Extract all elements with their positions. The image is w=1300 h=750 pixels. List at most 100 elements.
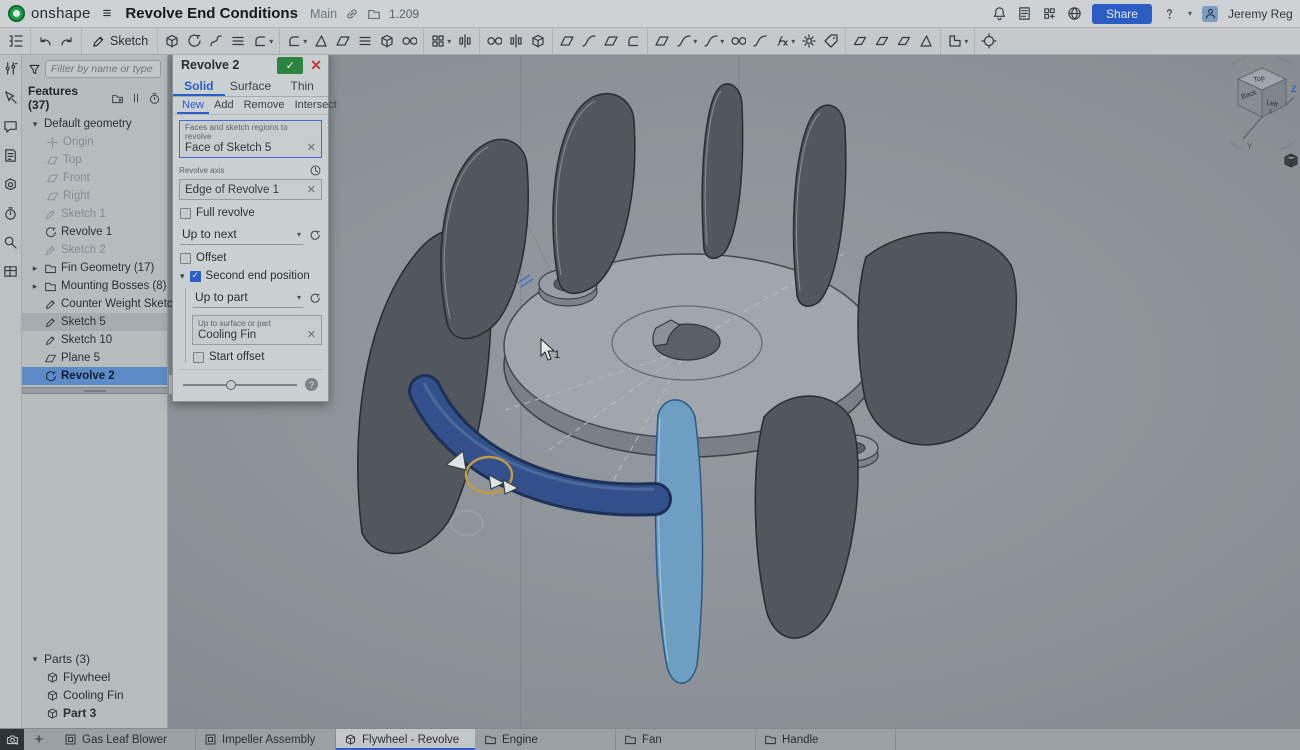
boolean-icon[interactable] xyxy=(483,31,505,51)
feature-item-front[interactable]: Front xyxy=(22,169,167,187)
faces-selection-box[interactable]: Faces and sketch regions to revolve Face… xyxy=(179,120,322,158)
user-avatar[interactable] xyxy=(1202,6,1218,22)
app-store-icon[interactable] xyxy=(1042,6,1057,21)
version-folder-icon[interactable] xyxy=(367,7,381,21)
plane-icon[interactable] xyxy=(651,31,673,51)
tab-handle[interactable]: Handle xyxy=(756,729,896,750)
second-end-row[interactable]: ▾ Second end position xyxy=(180,270,321,282)
offset-checkbox-row[interactable]: Offset xyxy=(180,252,321,264)
part-item-part-3[interactable]: Part 3 xyxy=(22,704,167,722)
full-revolve-checkbox[interactable] xyxy=(180,208,191,219)
feature-item-top[interactable]: Top xyxy=(22,151,167,169)
isolate-icon[interactable] xyxy=(978,31,1000,51)
notes-icon[interactable] xyxy=(3,148,18,166)
tab-fan[interactable]: Fan xyxy=(616,729,756,750)
opposite-direction-icon[interactable] xyxy=(308,292,321,305)
dialog-tab-thin[interactable]: Thin xyxy=(276,77,328,96)
view-cube[interactable]: Top Back Left Y Z X xyxy=(1230,58,1297,151)
full-revolve-checkbox-row[interactable]: Full revolve xyxy=(180,207,321,219)
custom-tables-icon[interactable] xyxy=(3,264,18,282)
help-icon[interactable] xyxy=(1162,6,1177,21)
draft-icon[interactable] xyxy=(332,31,354,51)
modify-fillet-icon[interactable] xyxy=(622,31,644,51)
parts-header-row[interactable]: ▾ Parts (3) xyxy=(22,650,167,668)
frame-icon[interactable]: ▾ xyxy=(944,31,971,51)
feature-item-plane-5[interactable]: Plane 5 xyxy=(22,349,167,367)
feature-item-sketch-2[interactable]: Sketch 2 xyxy=(22,241,167,259)
notifications-bell-icon[interactable] xyxy=(992,6,1007,21)
mirror-icon[interactable] xyxy=(454,31,476,51)
dialog-mode-new[interactable]: New xyxy=(177,97,209,114)
dialog-mode-remove[interactable]: Remove xyxy=(239,97,290,114)
start-offset-checkbox-row[interactable]: Start offset xyxy=(193,351,321,363)
transform-icon[interactable] xyxy=(527,31,549,51)
feature-item-mounting-bosses-8[interactable]: ▸Mounting Bosses (8) xyxy=(22,277,167,295)
tab-preview-icon[interactable] xyxy=(0,729,24,750)
feature-item-origin[interactable]: Origin xyxy=(22,133,167,151)
chevron-down-icon[interactable]: ▾ xyxy=(269,37,273,46)
rib-icon[interactable] xyxy=(354,31,376,51)
part-item-cooling-fin[interactable]: Cooling Fin xyxy=(22,686,167,704)
chevron-right-icon[interactable]: ▸ xyxy=(30,281,40,292)
belt-icon[interactable] xyxy=(798,31,820,51)
move-face-icon[interactable] xyxy=(556,31,578,51)
part-item-flywheel[interactable]: Flywheel xyxy=(22,668,167,686)
feature-item-sketch-5[interactable]: Sketch 5 xyxy=(22,313,167,331)
add-tab-button[interactable]: + xyxy=(24,729,54,750)
curve-icon[interactable]: ▾ xyxy=(700,31,727,51)
chevron-down-icon[interactable]: ▾ xyxy=(693,37,697,46)
tab-impeller-assembly[interactable]: Impeller Assembly xyxy=(196,729,336,750)
fillet-icon[interactable]: ▾ xyxy=(283,31,310,51)
variable-icon[interactable]: ▾ xyxy=(771,31,798,51)
new-folder-icon[interactable] xyxy=(111,92,124,105)
onshape-logo[interactable]: onshape xyxy=(8,5,91,22)
opposite-direction-icon[interactable] xyxy=(308,229,321,242)
feature-item-revolve-1[interactable]: Revolve 1 xyxy=(22,223,167,241)
clear-axis-icon[interactable]: ✕ xyxy=(307,183,316,196)
up-to-selection-box[interactable]: Up to surface or part Cooling Fin ✕ xyxy=(192,315,322,345)
help-caret-icon[interactable]: ▾ xyxy=(1188,9,1192,18)
chevron-down-icon[interactable]: ▾ xyxy=(303,37,307,46)
bridging-curve-icon[interactable] xyxy=(749,31,771,51)
axis-selection-box[interactable]: Edge of Revolve 1 ✕ xyxy=(179,179,322,200)
dialog-tab-solid[interactable]: Solid xyxy=(173,77,225,96)
feature-item-counter-weight-sketch[interactable]: Counter Weight Sketch xyxy=(22,295,167,313)
linear-pattern-icon[interactable]: ▾ xyxy=(427,31,454,51)
help-icon[interactable]: ? xyxy=(305,378,318,391)
view-options-button[interactable] xyxy=(1285,154,1297,167)
feature-item-sketch-10[interactable]: Sketch 10 xyxy=(22,331,167,349)
chevron-down-icon[interactable]: ▾ xyxy=(30,119,40,130)
second-end-condition-dropdown[interactable]: Up to part ▾ xyxy=(193,288,303,308)
dialog-tab-surface[interactable]: Surface xyxy=(225,77,277,96)
clear-up-to-icon[interactable]: ✕ xyxy=(307,328,316,341)
shell-icon[interactable] xyxy=(376,31,398,51)
comments-icon[interactable] xyxy=(3,119,18,137)
filter-input[interactable] xyxy=(45,60,161,78)
extrude-icon[interactable] xyxy=(161,31,183,51)
theme-globe-icon[interactable] xyxy=(1067,6,1082,21)
dialog-cancel-button[interactable]: ✕ xyxy=(308,57,324,74)
feature-item-right[interactable]: Right xyxy=(22,187,167,205)
search-icon[interactable] xyxy=(3,235,18,253)
hole-icon[interactable] xyxy=(398,31,420,51)
feature-item-default-geometry[interactable]: ▾Default geometry xyxy=(22,115,167,133)
feature-item-revolve-2[interactable]: Revolve 2 xyxy=(22,367,167,385)
delete-face-icon[interactable] xyxy=(600,31,622,51)
second-end-checkbox[interactable] xyxy=(190,271,201,282)
sweep-icon[interactable] xyxy=(205,31,227,51)
regeneration-timer-icon[interactable] xyxy=(148,92,161,105)
chevron-down-icon[interactable]: ▾ xyxy=(964,37,968,46)
configurations-icon[interactable] xyxy=(3,61,18,79)
tag-icon[interactable] xyxy=(820,31,842,51)
split-icon[interactable] xyxy=(505,31,527,51)
feature-item-fin-geometry-17[interactable]: ▸Fin Geometry (17) xyxy=(22,259,167,277)
revolve-icon[interactable] xyxy=(183,31,205,51)
projected-curve-icon[interactable] xyxy=(727,31,749,51)
corner-break-icon[interactable] xyxy=(915,31,937,51)
chevron-right-icon[interactable]: ▸ xyxy=(30,263,40,274)
undo-icon[interactable] xyxy=(34,31,56,51)
chevron-down-icon[interactable]: ▾ xyxy=(180,271,185,282)
flange-icon[interactable] xyxy=(871,31,893,51)
start-offset-checkbox[interactable] xyxy=(193,352,204,363)
slider-handle[interactable] xyxy=(226,380,236,390)
